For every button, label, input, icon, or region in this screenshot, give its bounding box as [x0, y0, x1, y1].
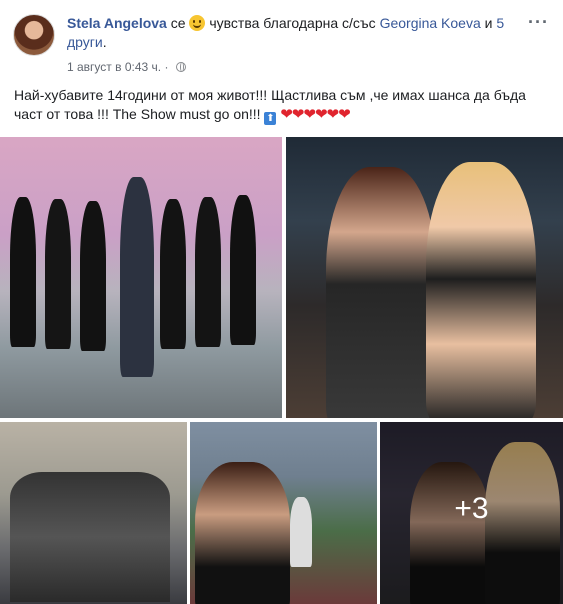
and-text: и	[480, 15, 497, 31]
more-options-icon[interactable]: ···	[528, 12, 549, 33]
photo-2[interactable]	[286, 137, 563, 418]
photo-5-more[interactable]: +3	[380, 422, 563, 604]
person-figure	[195, 197, 221, 347]
person-figure	[120, 177, 154, 377]
feeling-text: чувства благодарна с/със	[205, 15, 380, 31]
person-figure	[80, 201, 106, 351]
feeling-prefix: се	[166, 15, 190, 31]
public-globe-icon[interactable]	[175, 62, 186, 72]
photo-3[interactable]	[0, 422, 187, 604]
post-header: Stela Angelova се чувства благодарна с/с…	[67, 14, 537, 52]
person-figure	[45, 199, 71, 349]
hearts-emoji-icon: ❤❤❤❤❤❤	[280, 106, 350, 123]
post-text: Най-хубавите 14години от моя живот!!! Ща…	[14, 86, 550, 125]
smile-emoji-icon	[189, 15, 206, 31]
tagged-person-link[interactable]: Georgina Koeva	[380, 15, 481, 31]
person-figure	[230, 195, 256, 345]
photo-1[interactable]	[0, 137, 282, 418]
post-meta: 1 август в 0:43 ч. ·	[67, 60, 186, 74]
person-figure	[290, 497, 312, 567]
more-photos-count[interactable]: +3	[380, 492, 563, 526]
header-period: .	[102, 34, 107, 50]
person-figure	[426, 162, 536, 418]
person-figure	[326, 167, 436, 418]
person-figure	[160, 199, 186, 349]
group-figure	[10, 472, 170, 602]
person-figure	[10, 197, 36, 347]
author-name-link[interactable]: Stela Angelova	[67, 15, 167, 31]
person-figure	[195, 462, 290, 604]
feed-post: Stela Angelova се чувства благодарна с/с…	[0, 0, 563, 604]
photo-4[interactable]	[190, 422, 377, 604]
author-avatar[interactable]	[13, 14, 55, 56]
meta-separator: ·	[161, 60, 172, 74]
post-date-link[interactable]: 1 август в 0:43 ч.	[67, 60, 161, 74]
up-arrow-emoji-icon: ⬆	[264, 112, 277, 125]
